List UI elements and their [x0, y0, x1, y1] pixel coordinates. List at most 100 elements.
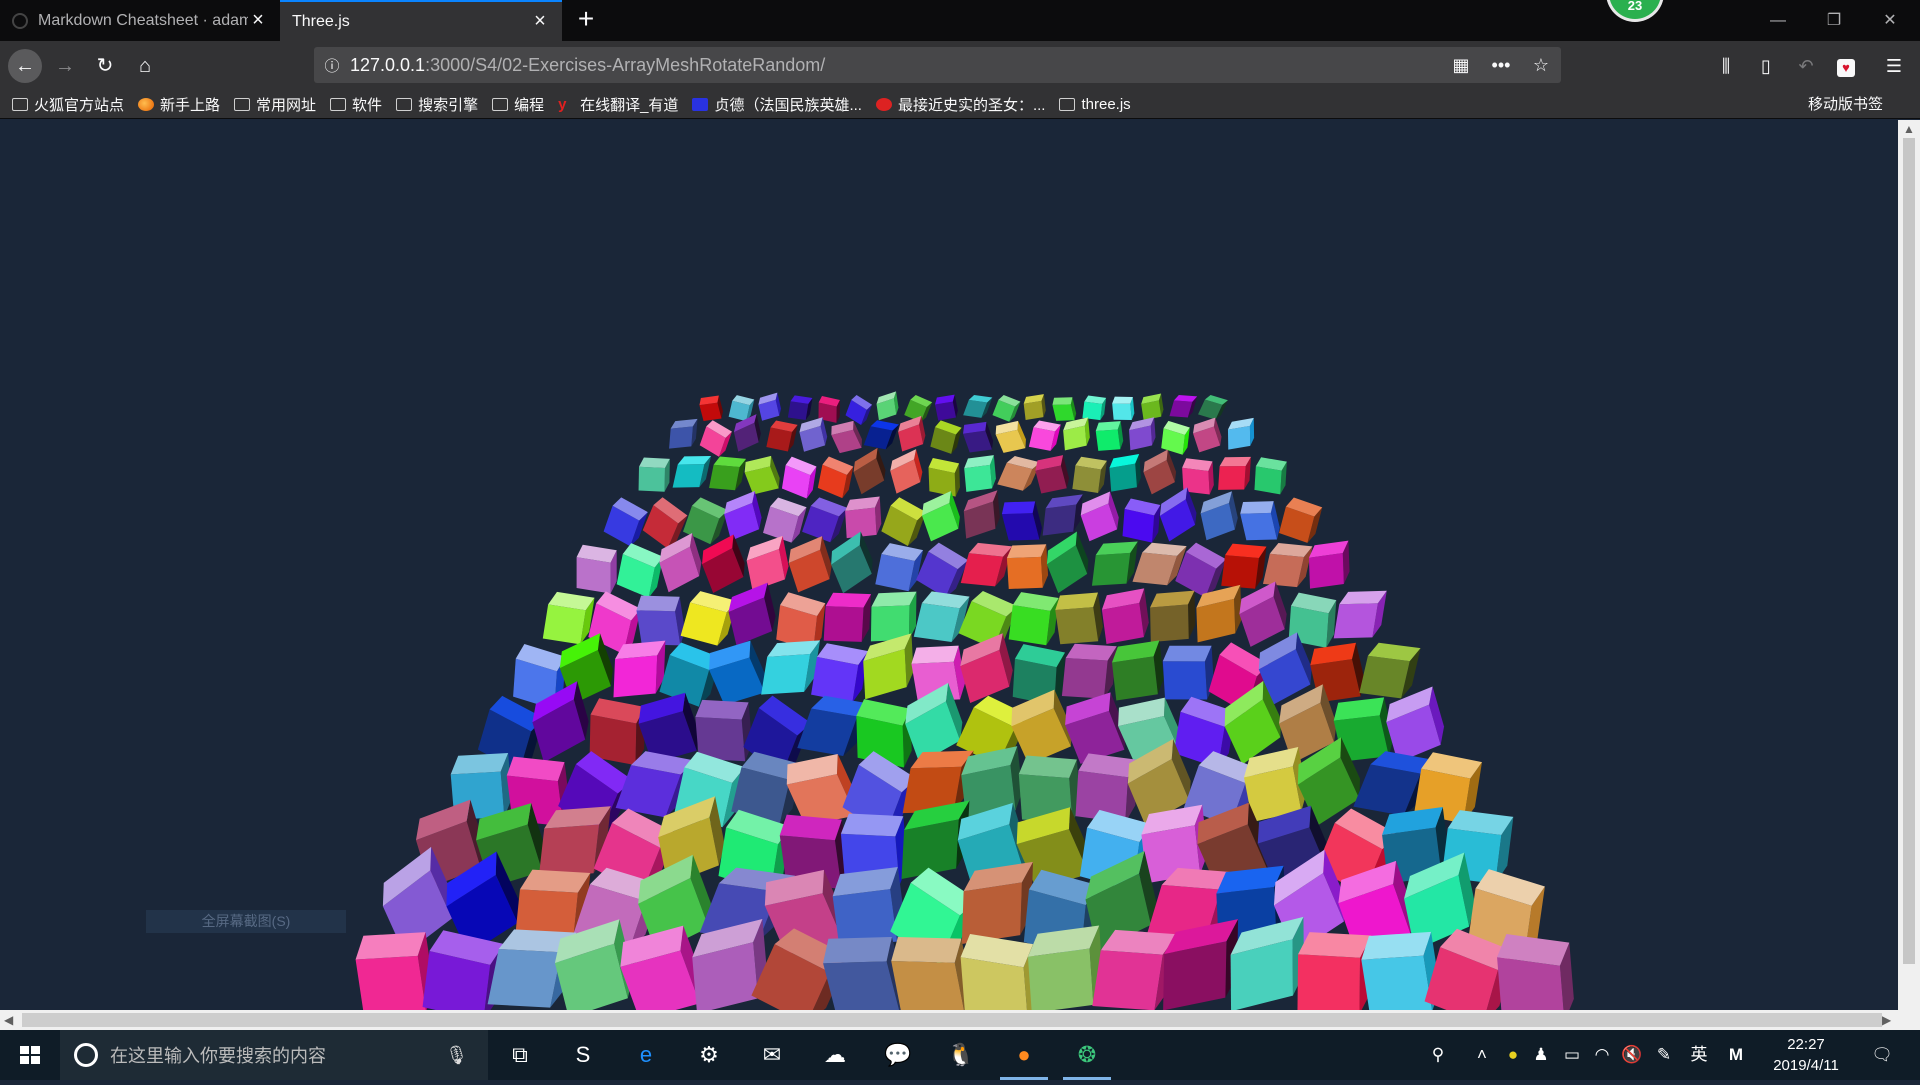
tab-markdown[interactable]: Markdown Cheatsheet · adam-p/markdown-he… [0, 0, 280, 41]
cube [702, 534, 745, 593]
cube [699, 420, 732, 457]
close-window-button[interactable]: ✕ [1862, 0, 1918, 41]
cube [1386, 686, 1445, 763]
cube [817, 456, 854, 499]
cube [992, 394, 1021, 422]
cube [1200, 491, 1238, 541]
vertical-scroll-thumb[interactable] [1903, 138, 1915, 964]
taskbar-search[interactable]: 在这里输入你要搜索的内容 🎙 [60, 1030, 488, 1080]
input-method-indicator[interactable]: 英 [1686, 1030, 1712, 1080]
new-tab-button[interactable]: + [568, 0, 604, 41]
cube [832, 867, 905, 949]
cortana-icon[interactable] [74, 1043, 98, 1067]
url-bar[interactable]: ⓘ 127.0.0.1:3000/S4/02-Exercises-ArrayMe… [314, 47, 1561, 83]
clock[interactable]: 22:27 2019/4/11 [1768, 1034, 1844, 1076]
cube [1101, 588, 1149, 645]
bookmark-item[interactable]: 搜索引擎 [396, 94, 478, 115]
cube [1061, 643, 1117, 699]
people-icon[interactable]: ⚲ [1424, 1030, 1452, 1080]
forward-button[interactable]: → [48, 49, 82, 83]
bookmark-label: 常用网址 [256, 97, 317, 114]
ie-icon[interactable]: e [616, 1030, 676, 1080]
minimize-button[interactable]: — [1750, 0, 1806, 41]
cube [709, 640, 766, 705]
cube [758, 392, 782, 421]
bookmark-item[interactable]: 贞德（法国民族英雄... [692, 94, 862, 115]
cube [709, 456, 747, 491]
cube [1063, 417, 1090, 451]
bookmark-label: 贞德（法国民族英雄... [714, 97, 862, 114]
back-button[interactable]: ← [8, 49, 42, 83]
bookmark-item[interactable]: 编程 [492, 94, 544, 115]
cube [638, 457, 670, 492]
cube [1218, 456, 1251, 490]
scroll-right-icon[interactable]: ▶ [1882, 1013, 1891, 1027]
sidebar-icon[interactable]: ▯ [1748, 49, 1784, 83]
bookmark-item[interactable]: 新手上路 [138, 94, 220, 115]
mobile-bookmarks[interactable]: 移动版书签 [1808, 91, 1883, 119]
wechat-icon[interactable]: 💬 [868, 1030, 928, 1080]
restore-button[interactable]: ❐ [1806, 0, 1862, 41]
bookmark-item[interactable]: 软件 [330, 94, 382, 115]
cube [1132, 542, 1187, 586]
settings-gear-icon[interactable]: ⚙ [679, 1030, 739, 1080]
battery-icon[interactable]: ▭ [1558, 1030, 1586, 1080]
snip-hint: 全屏幕截图(S) [146, 910, 346, 933]
qr-code-icon[interactable]: ▦ [1441, 55, 1481, 76]
scroll-left-icon[interactable]: ◀ [4, 1013, 13, 1027]
home-button[interactable]: ⌂ [128, 49, 162, 83]
tray-expand-icon[interactable]: ˄ [1470, 1030, 1494, 1080]
cube [1169, 395, 1198, 418]
cube [1161, 420, 1190, 455]
clock-time: 22:27 [1787, 1036, 1825, 1053]
baidu-netdisk-icon[interactable]: ☁ [805, 1030, 865, 1080]
bookmark-item[interactable]: three.js [1059, 96, 1131, 113]
bookmark-label: 软件 [352, 97, 383, 114]
tab-threejs[interactable]: Three.js × [280, 0, 562, 41]
library-icon[interactable]: ⫼ [1708, 49, 1744, 83]
reload-button[interactable]: ↻ [88, 49, 122, 83]
url-text[interactable]: 127.0.0.1:3000/S4/02-Exercises-ArrayMesh… [350, 55, 1441, 76]
close-icon[interactable]: × [530, 10, 550, 33]
notification-badge[interactable]: 23 [1606, 0, 1664, 22]
windows-start-button[interactable] [0, 1030, 60, 1080]
cube [930, 420, 962, 454]
cube [1254, 457, 1287, 495]
bookmark-item[interactable]: 最接近史实的圣女：... [875, 94, 1045, 115]
cube [733, 414, 761, 452]
info-icon[interactable]: ⓘ [314, 55, 350, 76]
scroll-up-icon[interactable]: ▲ [1898, 122, 1920, 136]
pocket-icon[interactable]: ♥ [1828, 49, 1864, 83]
cube [1027, 925, 1104, 1010]
more-actions-icon[interactable]: ••• [1481, 55, 1521, 76]
tray-app-icon[interactable]: ● [1500, 1030, 1526, 1080]
cube [1001, 501, 1042, 541]
bookmark-item[interactable]: y 在线翻译_有道 [558, 94, 678, 115]
url-path: :3000/S4/02-Exercises-ArrayMeshRotateRan… [425, 54, 826, 75]
microphone-icon[interactable]: 🎙 [445, 1045, 468, 1066]
atom-icon[interactable]: ❂ [1057, 1030, 1117, 1080]
undo-icon[interactable]: ↶ [1788, 49, 1824, 83]
webgl-canvas[interactable] [0, 120, 1898, 1010]
close-icon[interactable]: × [248, 9, 268, 32]
tray-qq-icon[interactable]: ♟ [1528, 1030, 1554, 1080]
bookmark-star-icon[interactable]: ☆ [1521, 55, 1561, 76]
mail-icon[interactable]: ✉ [742, 1030, 802, 1080]
menu-icon[interactable]: ☰ [1876, 49, 1912, 83]
firefox-icon[interactable]: ● [994, 1030, 1054, 1080]
ime-mode-icon[interactable]: M [1722, 1030, 1750, 1080]
app-s-icon[interactable]: S [553, 1030, 613, 1080]
wifi-icon[interactable]: ◠ [1588, 1030, 1616, 1080]
horizontal-scroll-thumb[interactable] [22, 1013, 1882, 1027]
bookmark-item[interactable]: 火狐官方站点 [12, 94, 124, 115]
cube [603, 497, 648, 547]
volume-muted-icon[interactable]: 🔇 [1618, 1030, 1646, 1080]
tab-title: Three.js [292, 12, 350, 30]
folder-icon [1059, 98, 1076, 111]
pen-icon[interactable]: ✎ [1650, 1030, 1678, 1080]
task-view-icon[interactable]: ⧉ [490, 1030, 550, 1080]
cube [1143, 449, 1177, 495]
bookmark-item[interactable]: 常用网址 [234, 94, 316, 115]
qq-icon[interactable]: 🐧 [931, 1030, 991, 1080]
action-center-icon[interactable]: 🗨 [1862, 1030, 1902, 1080]
